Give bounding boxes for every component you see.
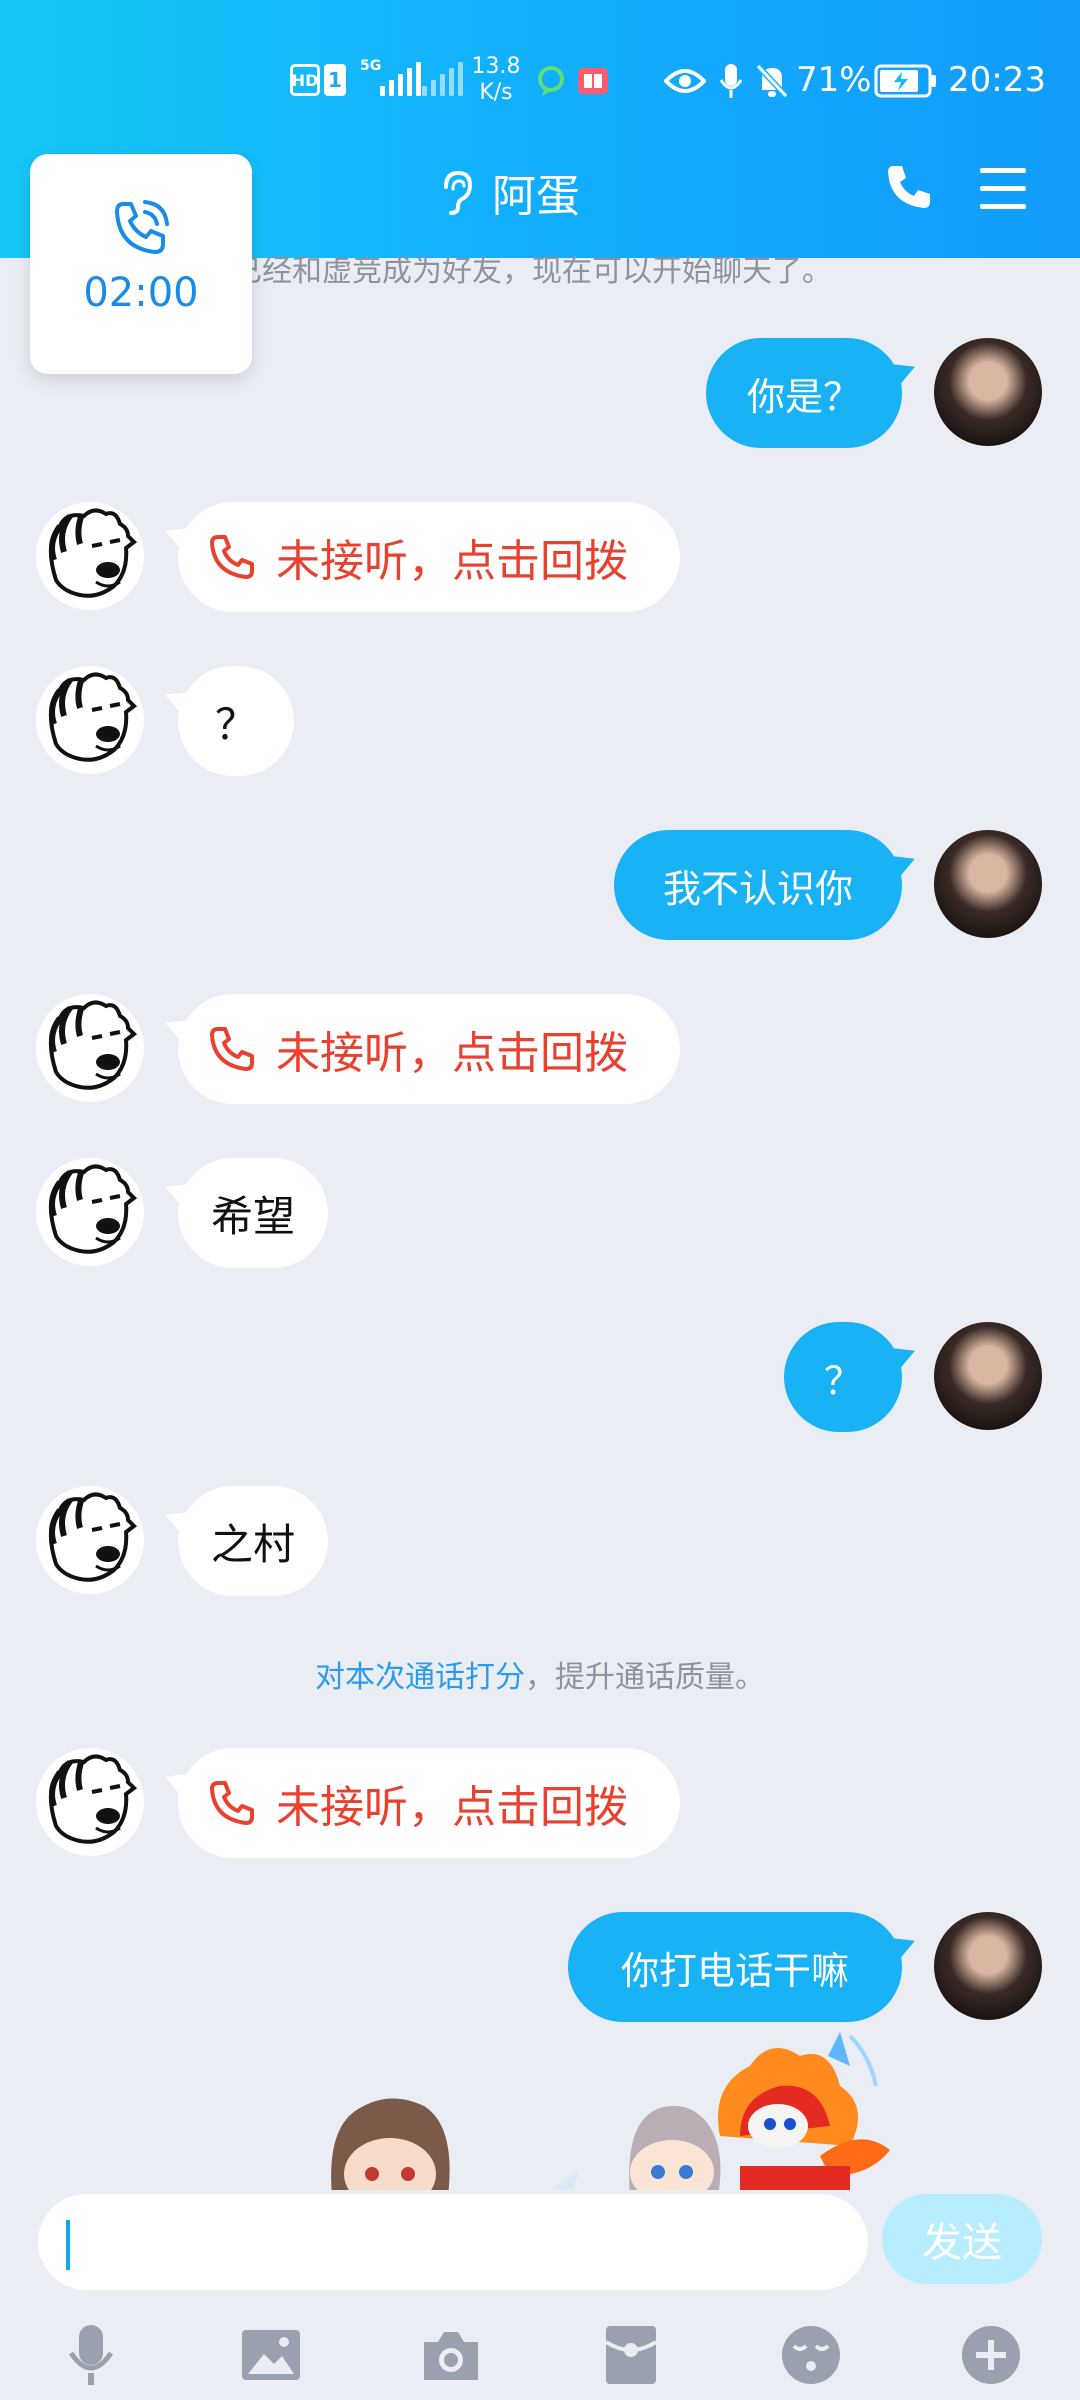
red-packet-icon [604, 2326, 658, 2384]
message-bubble-me[interactable]: ？ [784, 1322, 902, 1432]
speed-value: 13.8 [471, 54, 521, 79]
friend-avatar-image [48, 1754, 138, 1844]
battery-percent: 71% [796, 60, 872, 100]
input-toolbar [0, 2310, 1080, 2400]
friend-avatar[interactable] [36, 666, 144, 774]
missed-call-bubble[interactable]: 未接听，点击回拨 [178, 502, 680, 612]
book-icon [578, 68, 608, 94]
friend-avatar-image [48, 508, 138, 598]
network-speed: 13.8 K/s [470, 54, 522, 106]
message-bubble-me[interactable]: 你打电话干嘛 [568, 1912, 902, 2022]
ear-icon[interactable] [436, 167, 476, 217]
friend-avatar[interactable] [36, 1158, 144, 1266]
status-bar: HD 1 5G 13.8 K/s 71% 20:23 [0, 50, 1080, 110]
rate-call-text: ，提升通话质量。 [525, 1660, 765, 1695]
camera-button[interactable] [416, 2320, 486, 2390]
friend-avatar[interactable] [36, 994, 144, 1102]
camera-icon [424, 2332, 478, 2380]
more-button[interactable] [956, 2320, 1026, 2390]
missed-phone-icon [210, 1781, 254, 1825]
microphone-icon [68, 2325, 114, 2385]
title-group: 阿蛋 [436, 160, 580, 224]
voice-button[interactable] [56, 2320, 126, 2390]
mute-bell-icon [755, 63, 789, 99]
friend-avatar[interactable] [36, 1748, 144, 1856]
phone-ringing-icon [115, 200, 169, 254]
sticker-character-boy[interactable] [320, 2086, 460, 2196]
speed-unit: K/s [479, 80, 513, 105]
signal-2-icon [422, 60, 463, 96]
menu-icon[interactable] [978, 166, 1028, 212]
sim-indicator: 1 [324, 64, 346, 96]
assistant-icon [538, 66, 564, 96]
red-packet-button[interactable] [596, 2320, 666, 2390]
friend-avatar-image [48, 672, 138, 762]
emoji-icon [782, 2326, 840, 2384]
clock: 20:23 [948, 60, 1046, 100]
signal-icon [380, 60, 421, 96]
friend-avatar-image [48, 1492, 138, 1582]
phone-call-icon[interactable] [884, 162, 932, 212]
eye-icon [664, 69, 706, 93]
missed-phone-icon [210, 535, 254, 579]
image-button[interactable] [236, 2320, 306, 2390]
rate-call-link[interactable]: 对本次通话打分 [315, 1660, 525, 1695]
friend-avatar-image [48, 1000, 138, 1090]
sticker-character-girl[interactable] [550, 2106, 721, 2196]
friend-avatar[interactable] [36, 502, 144, 610]
missed-call-bubble[interactable]: 未接听，点击回拨 [178, 994, 680, 1104]
message-bubble-me[interactable]: 你是？ [706, 338, 902, 448]
message-bubble-me[interactable]: 我不认识你 [614, 830, 902, 940]
emoji-button[interactable] [776, 2320, 846, 2390]
my-avatar[interactable] [934, 1322, 1042, 1430]
missed-call-text: 未接听，点击回拨 [276, 536, 628, 587]
sticker-hero-mascot[interactable] [700, 2026, 900, 2196]
battery-icon [874, 64, 936, 98]
my-avatar[interactable] [934, 830, 1042, 938]
missed-call-text: 未接听，点击回拨 [276, 1782, 628, 1833]
friend-added-notice: 已经和虚竞成为好友，现在可以开始聊天了。 [232, 254, 832, 289]
missed-phone-icon [210, 1027, 254, 1071]
contact-name[interactable]: 阿蛋 [492, 160, 580, 224]
missed-call-text: 未接听，点击回拨 [276, 1028, 628, 1079]
my-avatar[interactable] [934, 1912, 1042, 2020]
send-button[interactable]: 发送 [882, 2194, 1042, 2284]
friend-avatar-image [48, 1164, 138, 1254]
message-bubble-friend[interactable]: 之村 [178, 1486, 328, 1596]
message-bubble-friend[interactable]: ？ [178, 666, 294, 776]
image-icon [242, 2330, 300, 2380]
friend-avatar[interactable] [36, 1486, 144, 1594]
missed-call-bubble[interactable]: 未接听，点击回拨 [178, 1748, 680, 1858]
message-input[interactable] [38, 2194, 868, 2290]
message-bubble-friend[interactable]: 希望 [178, 1158, 328, 1268]
plus-circle-icon [962, 2326, 1020, 2384]
hd-badge: HD [290, 64, 320, 96]
call-rating-notice: 对本次通话打分，提升通话质量。 [0, 1652, 1080, 1696]
text-cursor [66, 2220, 70, 2270]
my-avatar[interactable] [934, 338, 1042, 446]
call-timer: 02:00 [83, 270, 199, 316]
call-floating-window[interactable]: 02:00 [30, 154, 252, 374]
microphone-status-icon [719, 64, 743, 98]
network-type: 5G [360, 58, 382, 74]
input-area: 发送 [0, 2190, 1080, 2400]
